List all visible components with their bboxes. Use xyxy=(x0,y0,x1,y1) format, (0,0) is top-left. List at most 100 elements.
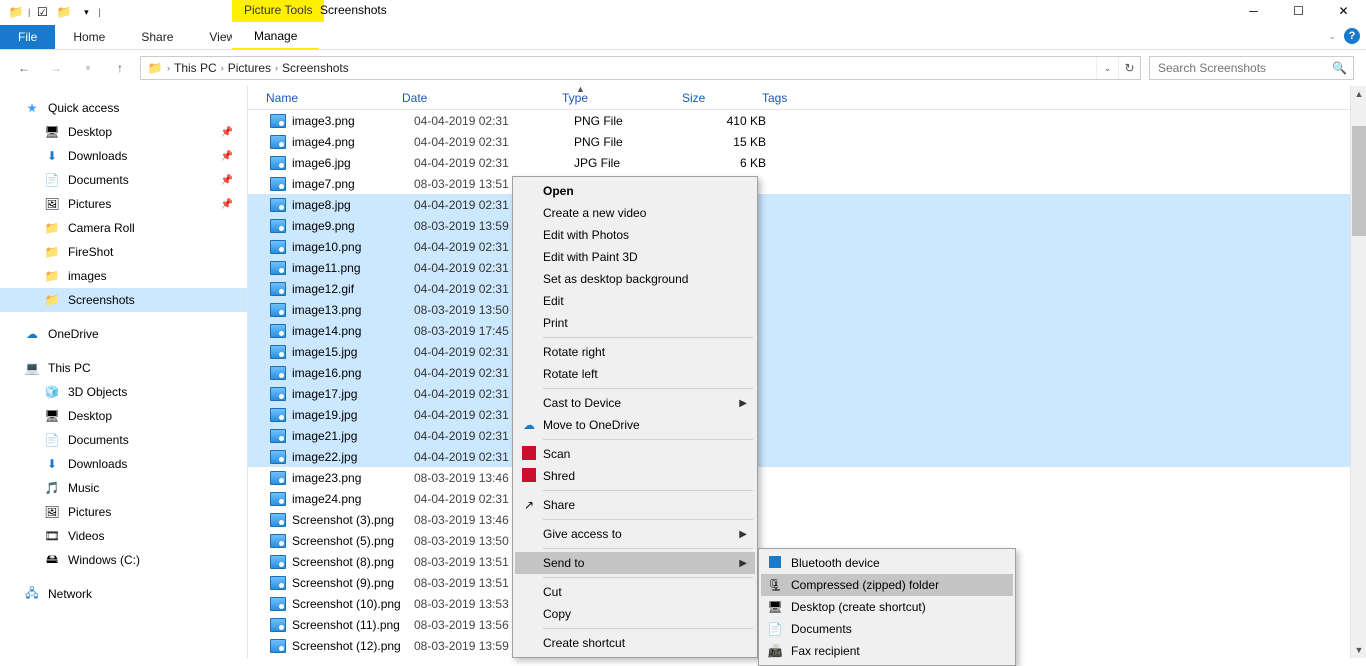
menu-item[interactable]: Desktop (create shortcut) xyxy=(761,596,1013,618)
file-row[interactable]: image12.gif04-04-2019 02:31 xyxy=(248,278,1366,299)
minimize-button[interactable]: ─ xyxy=(1231,0,1276,22)
nav-cdrive[interactable]: Windows (C:) xyxy=(0,548,247,572)
nav-desktop-2[interactable]: Desktop xyxy=(0,404,247,428)
col-name[interactable]: Name xyxy=(248,91,396,105)
nav-this-pc[interactable]: This PC xyxy=(0,356,247,380)
file-row[interactable]: image8.jpg04-04-2019 02:31 xyxy=(248,194,1366,215)
scroll-up-icon[interactable]: ▲ xyxy=(1351,86,1366,102)
nav-network[interactable]: Network xyxy=(0,582,247,606)
menu-item[interactable]: Send to▶ xyxy=(515,552,755,574)
nav-videos[interactable]: Videos xyxy=(0,524,247,548)
menu-item[interactable]: Edit xyxy=(515,290,755,312)
nav-desktop[interactable]: Desktop📌 xyxy=(0,120,247,144)
tab-share[interactable]: Share xyxy=(123,25,191,49)
menu-item[interactable]: Bluetooth device xyxy=(761,552,1013,574)
maximize-button[interactable]: ☐ xyxy=(1276,0,1321,22)
nav-downloads[interactable]: Downloads📌 xyxy=(0,144,247,168)
file-row[interactable]: image22.jpg04-04-2019 02:31 xyxy=(248,446,1366,467)
col-date[interactable]: Date xyxy=(396,91,556,105)
file-row[interactable]: image24.png04-04-2019 02:31 xyxy=(248,488,1366,509)
file-row[interactable]: image11.png04-04-2019 02:31 xyxy=(248,257,1366,278)
file-row[interactable]: image4.png04-04-2019 02:31PNG File15 KB xyxy=(248,131,1366,152)
col-tags[interactable]: Tags xyxy=(756,91,836,105)
nav-screenshots[interactable]: Screenshots xyxy=(0,288,247,312)
address-dropdown-icon[interactable]: ⌄ xyxy=(1096,57,1118,79)
menu-item[interactable]: Cast to Device▶ xyxy=(515,392,755,414)
nav-pictures-2[interactable]: Pictures xyxy=(0,500,247,524)
menu-item[interactable]: Fax recipient xyxy=(761,640,1013,662)
file-row[interactable]: image9.png08-03-2019 13:59 xyxy=(248,215,1366,236)
search-input[interactable] xyxy=(1156,60,1332,76)
qat-dropdown-icon[interactable]: ▾ xyxy=(76,2,96,22)
menu-item[interactable]: Copy xyxy=(515,603,755,625)
nav-images[interactable]: images xyxy=(0,264,247,288)
menu-item[interactable]: Set as desktop background xyxy=(515,268,755,290)
file-row[interactable]: image7.png08-03-2019 13:51 xyxy=(248,173,1366,194)
menu-item[interactable]: Share xyxy=(515,494,755,516)
menu-item[interactable]: Cut xyxy=(515,581,755,603)
chevron-right-icon[interactable]: › xyxy=(167,63,170,73)
file-row[interactable]: Screenshot (3).png08-03-2019 13:46 xyxy=(248,509,1366,530)
menu-item[interactable]: Edit with Photos xyxy=(515,224,755,246)
file-row[interactable]: image16.png04-04-2019 02:31 xyxy=(248,362,1366,383)
nav-downloads-2[interactable]: Downloads xyxy=(0,452,247,476)
chevron-right-icon[interactable]: › xyxy=(275,63,278,73)
nav-music[interactable]: Music xyxy=(0,476,247,500)
menu-item[interactable]: Give access to▶ xyxy=(515,523,755,545)
breadcrumb[interactable]: This PC xyxy=(174,61,217,75)
menu-item[interactable]: Open xyxy=(515,180,755,202)
menu-item[interactable]: Move to OneDrive xyxy=(515,414,755,436)
up-button[interactable]: ↑ xyxy=(108,56,132,80)
scroll-down-icon[interactable]: ▼ xyxy=(1351,642,1366,658)
nav-onedrive[interactable]: OneDrive xyxy=(0,322,247,346)
col-type[interactable]: Type xyxy=(556,91,676,105)
nav-documents-2[interactable]: Documents xyxy=(0,428,247,452)
file-row[interactable]: image21.jpg04-04-2019 02:31 xyxy=(248,425,1366,446)
col-size[interactable]: Size xyxy=(676,91,756,105)
file-row[interactable]: image13.png08-03-2019 13:50 xyxy=(248,299,1366,320)
ribbon-expand-icon[interactable]: ⌄ xyxy=(1328,31,1336,42)
file-row[interactable]: image14.png08-03-2019 17:45 xyxy=(248,320,1366,341)
scroll-thumb[interactable] xyxy=(1352,126,1366,236)
menu-item[interactable]: Rotate right xyxy=(515,341,755,363)
nav-quick-access[interactable]: Quick access xyxy=(0,96,247,120)
file-row[interactable]: image19.jpg04-04-2019 02:31 xyxy=(248,404,1366,425)
address-bar[interactable]: 📁 › This PC › Pictures › Screenshots ⌄ ↻ xyxy=(140,56,1141,80)
search-box[interactable]: 🔍 xyxy=(1149,56,1354,80)
new-folder-icon[interactable]: 📁 xyxy=(54,2,74,22)
nav-fireshot[interactable]: FireShot xyxy=(0,240,247,264)
file-row[interactable]: image6.jpg04-04-2019 02:31JPG File6 KB xyxy=(248,152,1366,173)
recent-dropdown-icon[interactable]: ▾ xyxy=(76,56,100,80)
menu-item[interactable]: Rotate left xyxy=(515,363,755,385)
menu-item[interactable]: Documents xyxy=(761,618,1013,640)
back-button[interactable]: ← xyxy=(12,56,36,80)
tab-file[interactable]: File xyxy=(0,25,55,49)
menu-item[interactable]: Print xyxy=(515,312,755,334)
search-icon[interactable]: 🔍 xyxy=(1332,61,1347,75)
file-row[interactable]: image3.png04-04-2019 02:31PNG File410 KB xyxy=(248,110,1366,131)
menu-item[interactable]: Create shortcut xyxy=(515,632,755,654)
tab-manage[interactable]: Manage xyxy=(232,24,319,50)
chevron-right-icon[interactable]: › xyxy=(221,63,224,73)
file-row[interactable]: image23.png08-03-2019 13:46 xyxy=(248,467,1366,488)
nav-pictures[interactable]: Pictures📌 xyxy=(0,192,247,216)
vertical-scrollbar[interactable]: ▲ ▼ xyxy=(1350,86,1366,658)
properties-icon[interactable]: ☑ xyxy=(32,2,52,22)
menu-item[interactable]: Compressed (zipped) folder xyxy=(761,574,1013,596)
tab-home[interactable]: Home xyxy=(55,25,123,49)
file-row[interactable]: image17.jpg04-04-2019 02:31 xyxy=(248,383,1366,404)
menu-item[interactable]: Shred xyxy=(515,465,755,487)
menu-item[interactable]: Create a new video xyxy=(515,202,755,224)
forward-button[interactable]: → xyxy=(44,56,68,80)
breadcrumb[interactable]: Pictures xyxy=(228,61,271,75)
nav-documents[interactable]: Documents📌 xyxy=(0,168,247,192)
menu-item[interactable]: Edit with Paint 3D xyxy=(515,246,755,268)
menu-item[interactable]: Scan xyxy=(515,443,755,465)
nav-3d-objects[interactable]: 3D Objects xyxy=(0,380,247,404)
breadcrumb[interactable]: Screenshots xyxy=(282,61,349,75)
help-icon[interactable]: ? xyxy=(1344,28,1360,44)
file-row[interactable]: image15.jpg04-04-2019 02:31 xyxy=(248,341,1366,362)
close-button[interactable]: ✕ xyxy=(1321,0,1366,22)
file-row[interactable]: image10.png04-04-2019 02:31 xyxy=(248,236,1366,257)
nav-camera-roll[interactable]: Camera Roll xyxy=(0,216,247,240)
